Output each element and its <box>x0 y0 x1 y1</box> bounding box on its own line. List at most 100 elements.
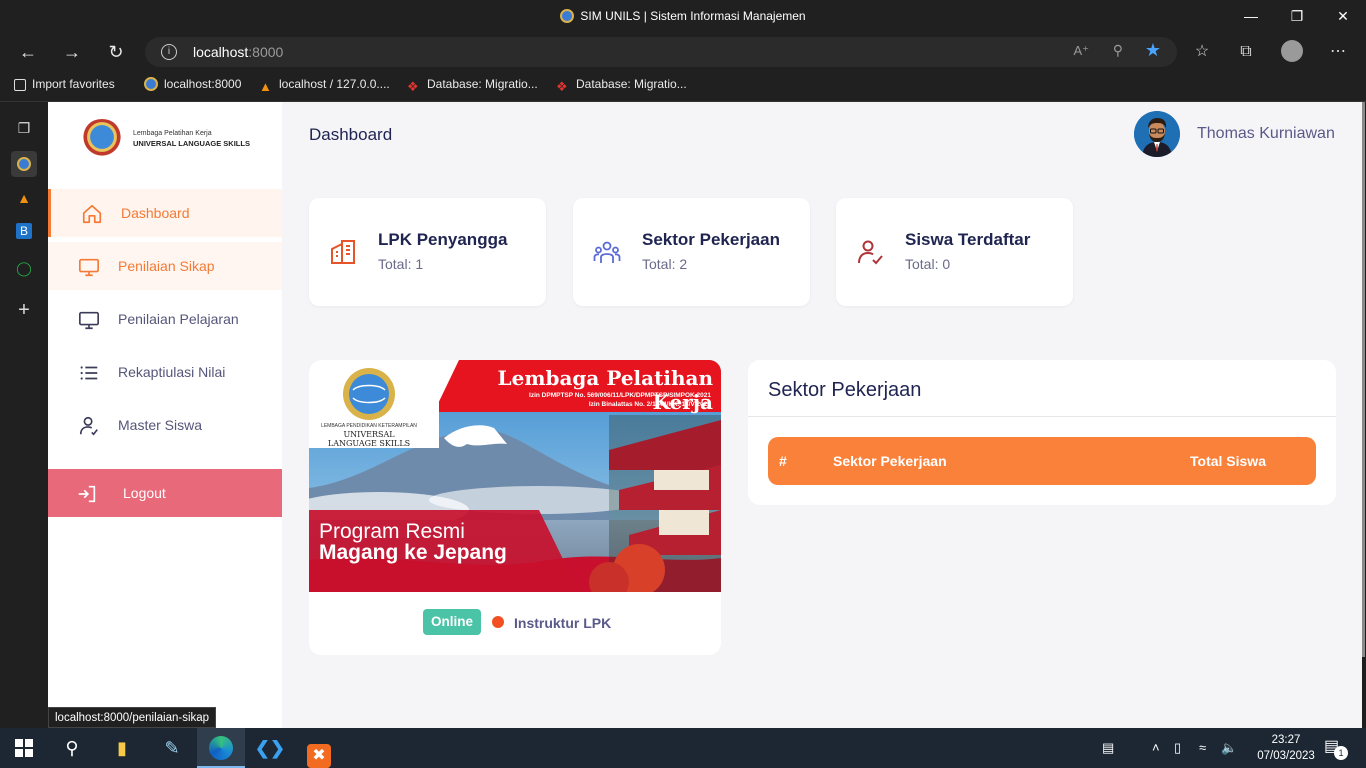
sidebar-item-label: Penilaian Sikap <box>118 258 215 274</box>
user-name[interactable]: Thomas Kurniawan <box>1197 125 1335 143</box>
stat-card-siswa-terdaftar[interactable]: Siswa Terdaftar Total: 0 <box>836 198 1073 306</box>
url-host: localhost <box>193 44 249 60</box>
notification-icon[interactable]: ▤ 1 <box>1324 736 1348 760</box>
status-dot-icon <box>492 616 504 628</box>
sidebar-item-penilaian-pelajaran[interactable]: Penilaian Pelajaran <box>48 295 282 343</box>
banner-permit1: Izin DPMPTSP No. 569/006/11/LPK/DPMPTSP/… <box>529 392 711 399</box>
tab-phpmyadmin[interactable]: ▲ <box>14 188 34 208</box>
page-title: Dashboard <box>309 125 393 144</box>
minimize-button[interactable]: — <box>1228 0 1274 34</box>
xampp-icon[interactable]: ✖ <box>295 728 343 768</box>
import-icon <box>14 79 26 91</box>
bookmark-localhost[interactable]: localhost:8000 <box>144 77 241 91</box>
search-icon[interactable]: ⚲ <box>48 728 96 768</box>
banner-permit2: Izin Binalattas No. 2/1044/HK. 13/V/2021 <box>588 401 711 408</box>
logout-icon <box>78 485 96 503</box>
vscode-icon[interactable]: ❮❯ <box>246 728 294 768</box>
volume-icon[interactable]: 🔈 <box>1221 740 1237 756</box>
sidebar-item-label: Penilaian Pelajaran <box>118 311 239 327</box>
phpmyadmin-icon: ▲ <box>259 79 272 94</box>
tab-green-icon[interactable]: ◯ <box>14 258 34 278</box>
status-bar-url: localhost:8000/penilaian-sikap <box>48 707 217 728</box>
bookmark-database-2[interactable]: ❖ Database: Migratio... <box>556 77 687 94</box>
web-page: Lembaga Pelatihan Kerja UNIVERSAL LANGUA… <box>48 102 1362 728</box>
page-scrollbar[interactable] <box>1362 102 1366 728</box>
favorites-icon[interactable]: ☆ <box>1188 39 1216 65</box>
column-header-sektor: Sektor Pekerjaan <box>833 453 947 469</box>
clock-time: 23:27 <box>1271 734 1301 746</box>
divider <box>748 416 1336 417</box>
bookmark-label: Import favorites <box>32 77 115 91</box>
logo-line1: Lembaga Pelatihan Kerja <box>133 130 212 137</box>
more-menu-icon[interactable]: ⋯ <box>1324 39 1352 65</box>
logout-button[interactable]: Logout <box>48 469 282 517</box>
restore-button[interactable]: ❐ <box>1274 0 1320 34</box>
windows-taskbar: ⚲ ▮ ✎ ❮❯ ✖ ▤ ˄ ▯ ≈ 🔈 23:27 07/03/2023 ▤ 1 <box>0 728 1366 768</box>
avatar-illustration-icon <box>1134 111 1180 157</box>
stat-total: Total: 2 <box>642 256 688 272</box>
url-text[interactable]: localhost:8000 <box>193 44 283 60</box>
site-favicon-icon <box>560 9 575 23</box>
sidebar-item-label: Dashboard <box>121 205 190 221</box>
battery-icon[interactable]: ▯ <box>1174 740 1181 756</box>
wifi-icon[interactable]: ≈ <box>1199 740 1206 755</box>
sidebar-item-master-siswa[interactable]: Master Siswa <box>48 401 282 449</box>
back-icon[interactable]: ← <box>14 38 42 66</box>
app-logo[interactable]: Lembaga Pelatihan Kerja UNIVERSAL LANGUA… <box>81 119 251 161</box>
banner-card: Lembaga Pelatihan Kerja Izin DPMPTSP No.… <box>309 360 721 655</box>
sektor-card-title: Sektor Pekerjaan <box>768 379 922 401</box>
monitor-icon <box>79 258 99 277</box>
sidebar-item-label: Master Siswa <box>118 417 203 433</box>
banner-logo-line1: LEMBAGA PENDIDIKAN KETERAMPILAN <box>321 423 417 429</box>
stat-card-lpk-penyangga[interactable]: LPK Penyangga Total: 1 <box>309 198 546 306</box>
bookmark-import-favorites[interactable]: Import favorites <box>14 77 115 91</box>
vertical-tabs: ❐ ▲ B ◯ + <box>0 102 48 728</box>
close-window-button[interactable]: ✕ <box>1320 0 1366 34</box>
column-header-number: # <box>779 453 787 469</box>
window-title-text: SIM UNILS | Sistem Informasi Manajemen <box>580 9 806 23</box>
sektor-table-header: # Sektor Pekerjaan Total Siswa <box>768 437 1316 485</box>
sidebar-item-penilaian-sikap[interactable]: Penilaian Sikap <box>48 242 282 290</box>
profile-avatar-icon[interactable] <box>1281 40 1303 62</box>
site-favicon-icon <box>144 77 158 91</box>
stat-card-sektor-pekerjaan[interactable]: Sektor Pekerjaan Total: 2 <box>573 198 810 306</box>
favorite-star-icon[interactable]: ★ <box>1145 40 1161 61</box>
file-explorer-icon[interactable]: ▮ <box>98 728 146 768</box>
sidebar-item-rekaptiulasi-nilai[interactable]: Rekaptiulasi Nilai <box>48 348 282 396</box>
user-avatar[interactable] <box>1134 111 1180 157</box>
show-hidden-icons-icon[interactable]: ˄ <box>1152 740 1160 755</box>
refresh-icon[interactable]: ↻ <box>102 38 130 66</box>
new-tab-icon[interactable]: + <box>14 300 34 320</box>
zoom-icon[interactable]: ⚲ <box>1113 42 1123 59</box>
sidebar-item-label: Rekaptiulasi Nilai <box>118 364 226 380</box>
edge-browser-icon[interactable] <box>197 728 245 768</box>
notepad-icon[interactable]: ✎ <box>148 728 196 768</box>
monitor-icon <box>79 311 99 330</box>
logo-line2: UNIVERSAL LANGUAGE SKILLS <box>133 139 250 148</box>
laravel-icon: ❖ <box>556 79 568 94</box>
bookmark-label: Database: Migratio... <box>427 77 538 91</box>
collections-icon[interactable]: ⧉ <box>1232 39 1260 65</box>
tab-sim-unils[interactable] <box>11 151 37 177</box>
user-role: Instruktur LPK <box>514 615 612 631</box>
scrollbar-thumb[interactable] <box>1362 102 1365 657</box>
read-aloud-icon[interactable]: A⁺ <box>1073 43 1089 59</box>
column-header-total-siswa: Total Siswa <box>1190 453 1266 469</box>
news-widget-icon[interactable]: ▤ <box>1102 740 1114 756</box>
stat-title: Siswa Terdaftar <box>905 230 1031 249</box>
taskbar-clock[interactable]: 23:27 07/03/2023 <box>1248 732 1324 764</box>
tab-b-icon[interactable]: B <box>16 223 32 239</box>
bookmark-label: Database: Migratio... <box>576 77 687 91</box>
list-icon <box>80 366 98 380</box>
tab-actions-icon[interactable]: ❐ <box>14 118 34 138</box>
banner-logo-line2: UNIVERSAL <box>343 430 395 439</box>
site-info-icon[interactable]: i <box>161 44 177 60</box>
address-bar[interactable]: i localhost:8000 A⁺ ⚲ ★ <box>145 37 1177 67</box>
forward-icon[interactable]: → <box>58 38 86 66</box>
logout-label: Logout <box>123 485 166 501</box>
banner-logo-line3: LANGUAGE SKILLS <box>327 439 411 448</box>
bookmark-phpmyadmin[interactable]: ▲ localhost / 127.0.0.... <box>259 77 390 94</box>
sidebar-item-dashboard[interactable]: Dashboard <box>48 189 282 237</box>
bookmark-database-1[interactable]: ❖ Database: Migratio... <box>407 77 538 94</box>
start-button[interactable] <box>0 728 48 768</box>
